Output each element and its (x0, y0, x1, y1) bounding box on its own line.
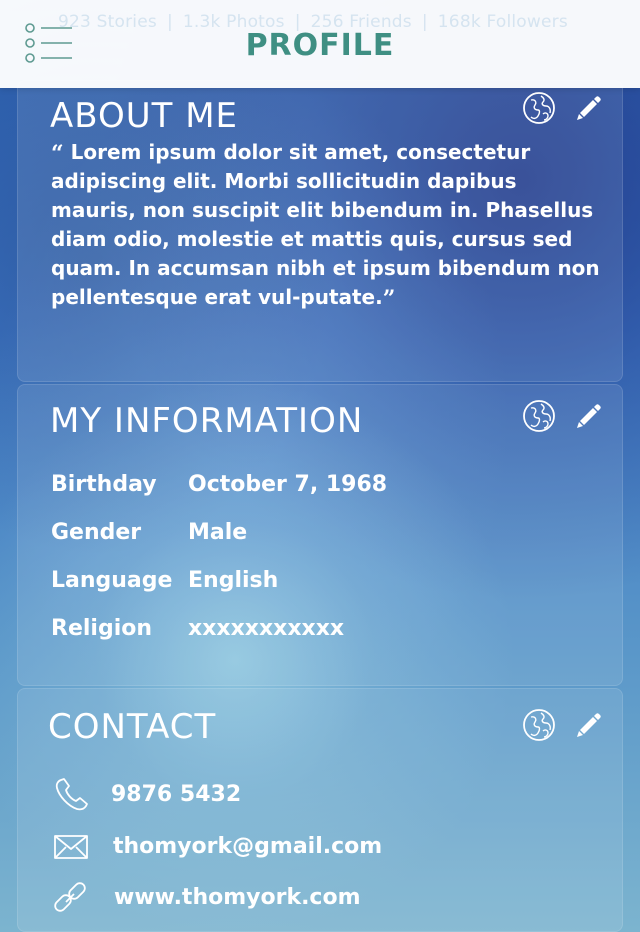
contact-row-phone[interactable]: 9876 5432 (52, 775, 612, 815)
contact-visibility-button[interactable] (521, 707, 557, 743)
contact-edit-button[interactable] (571, 707, 607, 743)
info-label: Gender (51, 520, 142, 545)
information-edit-button[interactable] (571, 398, 607, 434)
info-row-language: Language English (51, 566, 591, 596)
info-label: Language (51, 568, 173, 593)
information-title: MY INFORMATION (50, 401, 364, 441)
pencil-icon (577, 713, 601, 737)
page-title: PROFILE (245, 28, 395, 63)
information-visibility-button[interactable] (521, 398, 557, 434)
globe-icon (523, 709, 555, 741)
phone-number[interactable]: 9876 5432 (111, 780, 241, 810)
information-actions (521, 396, 607, 436)
info-value: October 7, 1968 (188, 472, 388, 497)
open-quote-mark: “ (51, 141, 64, 167)
phone-icon-glyph (55, 778, 88, 811)
envelope-icon-glyph (54, 835, 88, 859)
about-edit-button[interactable] (571, 90, 607, 126)
contact-row-email[interactable]: thomyork@gmail.com (52, 827, 612, 867)
link-icon (52, 878, 94, 918)
close-quote-mark: ” (382, 286, 396, 312)
info-value: English (188, 568, 279, 593)
about-text-block: “ Lorem ipsum dolor sit amet, consectetu… (51, 138, 601, 312)
pencil-icon (577, 96, 601, 120)
info-label: Birthday (51, 472, 157, 497)
about-card: ABOUT ME “ Lorem ipsum dolor sit amet, c… (17, 80, 623, 382)
pencil-icon (577, 404, 601, 428)
contact-title: CONTACT (48, 707, 217, 747)
top-bar: 923 Stories | 1.3k Photos | 256 Friends | 168k… (0, 0, 640, 88)
phone-icon (52, 775, 94, 815)
globe-icon (523, 92, 555, 124)
info-value: Male (188, 520, 248, 545)
information-card: MY INFORMATION Birthday October 7, 1968 … (17, 384, 623, 686)
contact-card: CONTACT 9876 5432 thomyork@gmail.com www… (17, 688, 623, 932)
about-actions (521, 88, 607, 128)
email-address[interactable]: thomyork@gmail.com (113, 832, 382, 862)
website-url[interactable]: www.thomyork.com (114, 883, 361, 913)
contact-actions (521, 705, 607, 745)
info-label: Religion (51, 616, 153, 641)
info-row-religion: Religion xxxxxxxxxxx (51, 614, 591, 644)
info-row-birthday: Birthday October 7, 1968 (51, 470, 591, 500)
about-title: ABOUT ME (50, 96, 239, 136)
envelope-icon (52, 827, 94, 867)
about-visibility-button[interactable] (521, 90, 557, 126)
info-value: xxxxxxxxxxx (188, 616, 345, 641)
contact-row-website[interactable]: www.thomyork.com (52, 878, 612, 918)
link-icon-glyph (54, 882, 86, 912)
info-row-gender: Gender Male (51, 518, 591, 548)
globe-icon (523, 400, 555, 432)
about-text: Lorem ipsum dolor sit amet, consectetur … (51, 140, 600, 309)
